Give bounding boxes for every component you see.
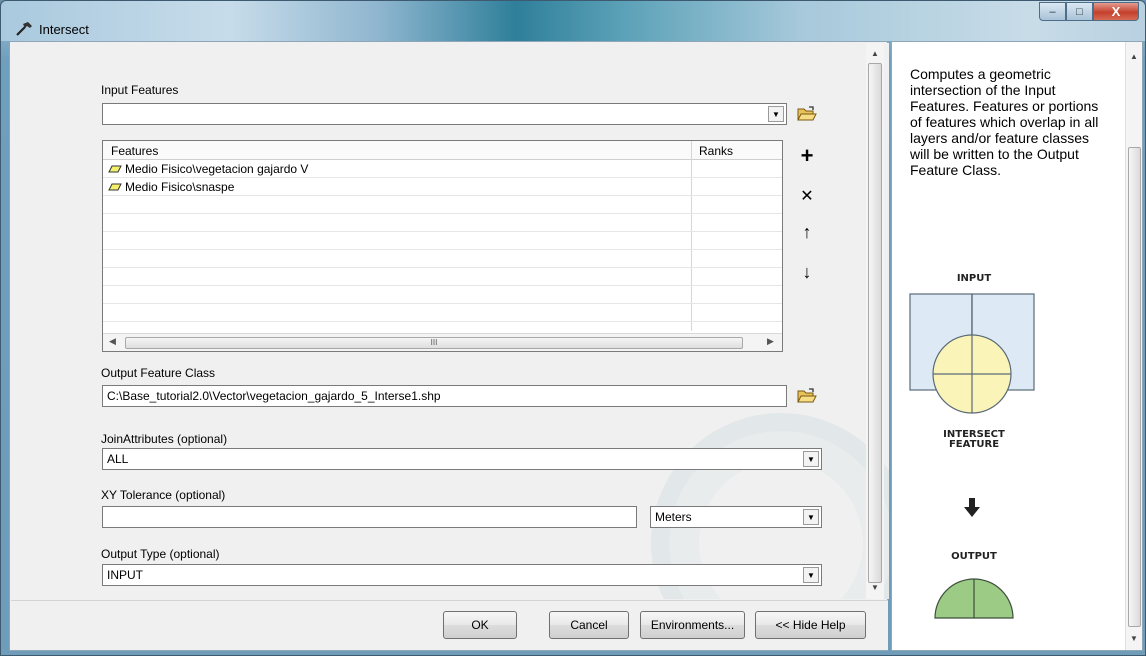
tool-parameters-panel: Input Features ▼ Features Ranks Medio Fi… — [9, 41, 889, 651]
xy-tolerance-label: XY Tolerance (optional) — [101, 488, 226, 502]
chevron-down-icon[interactable]: ▼ — [803, 567, 819, 583]
input-features-label: Input Features — [101, 83, 179, 97]
help-panel: Computes a geometric intersection of the… — [891, 41, 1143, 651]
hide-help-button[interactable]: << Hide Help — [755, 611, 866, 639]
scroll-thumb[interactable] — [868, 63, 882, 583]
chevron-down-icon[interactable]: ▼ — [803, 509, 819, 525]
feature-name: Medio Fisico\vegetacion gajardo V — [125, 162, 309, 176]
list-item[interactable]: Medio Fisico\vegetacion gajardo V — [103, 160, 782, 178]
move-down-button[interactable]: ↓ — [794, 259, 820, 285]
parameters-vertical-scrollbar[interactable]: ▲ ▼ — [866, 43, 884, 599]
hammer-icon — [16, 22, 32, 36]
add-row-button[interactable]: + — [794, 143, 820, 169]
output-type-value: INPUT — [107, 568, 143, 582]
open-folder-icon — [797, 388, 817, 403]
output-type-select[interactable]: INPUT ▼ — [102, 564, 822, 586]
list-header: Features Ranks — [103, 141, 782, 160]
diagram-feature-label: FEATURE — [948, 439, 1000, 450]
output-feature-class-label: Output Feature Class — [101, 366, 216, 380]
xy-tolerance-unit-select[interactable]: Meters ▼ — [650, 506, 822, 528]
scroll-left-icon[interactable]: ◀ — [109, 336, 116, 347]
input-features-list[interactable]: Features Ranks Medio Fisico\vegetacion g… — [102, 140, 783, 352]
empty-row — [103, 250, 782, 268]
output-type-label: Output Type (optional) — [101, 547, 220, 561]
minimize-button[interactable]: – — [1039, 2, 1066, 21]
output-browse-button[interactable] — [794, 383, 820, 409]
close-button[interactable]: X — [1093, 2, 1139, 21]
move-up-button[interactable]: ↑ — [794, 219, 820, 245]
dialog-button-bar: OK Cancel Environments... << Hide Help — [11, 600, 888, 650]
input-features-combo[interactable]: ▼ — [102, 103, 787, 125]
scroll-thumb[interactable] — [1128, 147, 1141, 627]
input-features-browse-button[interactable] — [794, 101, 820, 127]
xy-tolerance-unit-value: Meters — [655, 510, 692, 524]
window-controls: – □ X — [1039, 2, 1139, 22]
chevron-down-icon[interactable]: ▼ — [803, 451, 819, 467]
intersect-tool-window: Intersect – □ X Input Features ▼ Feature… — [0, 0, 1146, 656]
delete-x-icon: ✕ — [800, 188, 814, 205]
empty-row — [103, 232, 782, 250]
output-diagram — [934, 578, 1014, 619]
cancel-label: Cancel — [570, 618, 608, 632]
help-description: Computes a geometric intersection of the… — [910, 66, 1099, 178]
empty-row — [103, 304, 782, 322]
list-horizontal-scrollbar[interactable]: ◀ III ▶ — [103, 333, 782, 351]
minimize-icon: – — [1049, 5, 1056, 18]
ranks-column-header[interactable]: Ranks — [699, 144, 733, 158]
output-feature-class-value: C:\Base_tutorial2.0\Vector\vegetacion_ga… — [107, 389, 441, 403]
output-feature-class-input[interactable]: C:\Base_tutorial2.0\Vector\vegetacion_ga… — [102, 385, 787, 407]
scroll-down-icon[interactable]: ▼ — [1130, 634, 1138, 643]
list-item[interactable]: Medio Fisico\snaspe — [103, 178, 782, 196]
diagram-output-label: OUTPUT — [951, 551, 997, 562]
cancel-button[interactable]: Cancel — [549, 611, 629, 639]
maximize-button[interactable]: □ — [1066, 2, 1093, 21]
empty-row — [103, 286, 782, 304]
environments-button[interactable]: Environments... — [640, 611, 745, 639]
empty-row — [103, 268, 782, 286]
arrow-down-icon: ↓ — [802, 261, 812, 282]
intersect-diagram — [909, 293, 1035, 414]
polygon-layer-icon — [108, 165, 122, 173]
ok-label: OK — [471, 618, 489, 632]
xy-tolerance-input[interactable] — [102, 506, 637, 528]
parameters-scroll-area: Input Features ▼ Features Ranks Medio Fi… — [11, 43, 889, 599]
arrow-down-icon — [964, 498, 980, 517]
scroll-thumb-grip: III — [430, 338, 438, 347]
join-attributes-select[interactable]: ALL ▼ — [102, 448, 822, 470]
help-vertical-scrollbar[interactable]: ▲ ▼ — [1125, 42, 1142, 650]
scroll-up-icon[interactable]: ▲ — [1130, 52, 1138, 61]
arrow-up-icon: ↑ — [802, 221, 812, 242]
scroll-up-icon[interactable]: ▲ — [871, 49, 879, 58]
feature-name: Medio Fisico\snaspe — [125, 180, 235, 194]
title-bar[interactable]: Intersect – □ X — [1, 1, 1145, 41]
chevron-down-icon[interactable]: ▼ — [768, 106, 784, 122]
scroll-thumb[interactable]: III — [125, 337, 743, 349]
empty-row — [103, 214, 782, 232]
window-title: Intersect — [39, 22, 89, 37]
remove-row-button[interactable]: ✕ — [794, 183, 820, 209]
close-icon: X — [1111, 4, 1121, 19]
open-folder-icon — [797, 106, 817, 121]
features-column-header[interactable]: Features — [111, 144, 158, 158]
maximize-icon: □ — [1076, 5, 1083, 18]
join-attributes-value: ALL — [107, 452, 129, 466]
scroll-down-icon[interactable]: ▼ — [871, 583, 879, 592]
plus-icon: + — [800, 143, 814, 168]
scroll-right-icon[interactable]: ▶ — [767, 336, 774, 347]
polygon-layer-icon — [108, 183, 122, 191]
hide-help-label: << Hide Help — [775, 618, 846, 632]
ok-button[interactable]: OK — [443, 611, 517, 639]
join-attributes-label: JoinAttributes (optional) — [101, 432, 228, 446]
environments-label: Environments... — [650, 618, 735, 632]
diagram-input-label: INPUT — [956, 273, 992, 284]
empty-row — [103, 196, 782, 214]
